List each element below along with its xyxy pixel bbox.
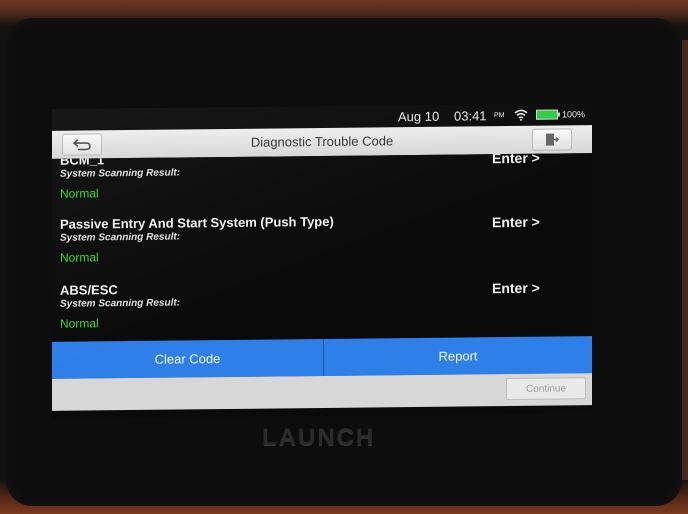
continue-button[interactable]: Continue <box>506 377 586 401</box>
device-screen: Aug 10 03:41 PM 100% Diagnostic Trouble … <box>52 103 592 419</box>
bottom-bar: Continue <box>52 373 592 411</box>
enter-button[interactable]: Enter > <box>492 153 540 166</box>
scan-result-label: System Scanning Result: <box>60 297 181 310</box>
list-item: ABS/ESC System Scanning Result: Normal E… <box>52 277 592 342</box>
status-normal: Normal <box>60 250 99 265</box>
report-button[interactable]: Report <box>324 336 592 376</box>
battery-icon <box>536 109 558 120</box>
exit-icon <box>546 133 559 146</box>
battery-level: 100% <box>562 109 586 120</box>
enter-button[interactable]: Enter > <box>492 214 540 231</box>
clear-code-button[interactable]: Clear Code <box>52 338 324 379</box>
wifi-icon <box>514 109 528 121</box>
status-normal: Normal <box>60 186 99 201</box>
scan-result-label: System Scanning Result: <box>60 167 181 180</box>
brand-logo: LAUNCH <box>262 424 376 451</box>
list-item: Passive Entry And Start System (Push Typ… <box>52 211 592 281</box>
status-date: Aug 10 <box>398 108 440 125</box>
exit-button[interactable] <box>532 128 572 151</box>
page-title: Diagnostic Trouble Code <box>250 133 394 150</box>
status-time: 03:41 <box>454 108 487 124</box>
status-normal: Normal <box>60 316 99 331</box>
list-item: BCM_1 System Scanning Result: Normal Ent… <box>52 153 592 217</box>
enter-button[interactable]: Enter > <box>492 280 540 297</box>
system-list: BCM_1 System Scanning Result: Normal Ent… <box>52 153 592 342</box>
system-name: ABS/ESC <box>60 282 118 298</box>
scan-result-label: System Scanning Result: <box>60 231 181 244</box>
system-name: Passive Entry And Start System (Push Typ… <box>60 213 334 232</box>
action-bar: Clear Code Report <box>52 336 592 379</box>
status-ampm: PM <box>494 112 505 120</box>
